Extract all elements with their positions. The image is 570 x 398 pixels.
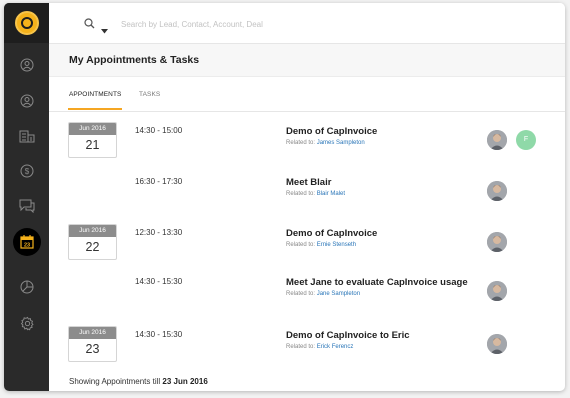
- search-input[interactable]: [119, 15, 423, 33]
- date-month: Jun 2016: [69, 327, 116, 339]
- appointment-row[interactable]: 16:30 - 17:30 Meet Blair Related to: Bla…: [49, 169, 565, 209]
- appointment-row[interactable]: Jun 2016 23 14:30 - 15:30 Demo of CapInv…: [49, 322, 565, 362]
- calendar-icon[interactable]: 23: [13, 228, 41, 256]
- user-circle-icon[interactable]: [17, 91, 37, 111]
- date-badge: Jun 2016 22: [68, 224, 117, 260]
- appointment-row[interactable]: Jun 2016 21 14:30 - 15:00 Demo of CapInv…: [49, 118, 565, 158]
- avatar[interactable]: [487, 181, 507, 201]
- appointment-time: 14:30 - 15:30: [135, 277, 183, 286]
- app-window: $ 23 My Appointments & Tasks APPOINTMENT…: [4, 3, 565, 391]
- logo-icon: [14, 11, 39, 35]
- date-badge: Jun 2016 23: [68, 326, 117, 362]
- tab-tasks[interactable]: TASKS: [139, 91, 160, 98]
- building-icon[interactable]: [17, 126, 37, 146]
- related-to: Related to: Jane Sampleton: [286, 291, 361, 297]
- sidebar: $ 23: [4, 3, 49, 391]
- related-to: Related to: James Sampleton: [286, 140, 365, 146]
- top-header: [49, 3, 565, 44]
- appointment-row[interactable]: 14:30 - 15:30 Meet Jane to evaluate CapI…: [49, 269, 565, 309]
- tab-bar: APPOINTMENTS TASKS: [49, 77, 565, 112]
- appointment-time: 14:30 - 15:30: [135, 330, 183, 339]
- related-to: Related to: Erick Ferencz: [286, 344, 354, 350]
- chat-icon[interactable]: [17, 196, 37, 216]
- avatar[interactable]: [487, 130, 507, 150]
- date-month: Jun 2016: [69, 225, 116, 237]
- pie-chart-icon[interactable]: [17, 277, 37, 297]
- page-title: My Appointments & Tasks: [69, 54, 200, 66]
- appointment-title[interactable]: Demo of CapInvoice: [286, 126, 377, 137]
- appointment-time: 14:30 - 15:00: [135, 126, 183, 135]
- related-link[interactable]: James Sampleton: [317, 140, 365, 146]
- svg-text:23: 23: [24, 243, 30, 249]
- date-badge: Jun 2016 21: [68, 122, 117, 158]
- logo[interactable]: [4, 3, 49, 43]
- dollar-icon[interactable]: $: [17, 161, 37, 181]
- appointment-title[interactable]: Meet Jane to evaluate CapInvoice usage: [286, 277, 468, 288]
- avatar-initial[interactable]: F: [516, 130, 536, 150]
- gear-icon[interactable]: [17, 313, 37, 333]
- tab-appointments[interactable]: APPOINTMENTS: [69, 91, 121, 98]
- date-month: Jun 2016: [69, 123, 116, 135]
- related-link[interactable]: Ernie Stenseth: [317, 242, 356, 248]
- avatar[interactable]: [487, 281, 507, 301]
- avatar[interactable]: [487, 334, 507, 354]
- avatar[interactable]: [487, 232, 507, 252]
- footer-summary: Showing Appointments till 23 Jun 2016: [69, 377, 208, 386]
- active-tab-indicator: [68, 108, 122, 110]
- related-link[interactable]: Erick Ferencz: [317, 344, 354, 350]
- date-day: 22: [85, 240, 100, 254]
- chevron-down-icon[interactable]: [101, 21, 108, 39]
- related-to: Related to: Blair Malet: [286, 191, 346, 197]
- date-day: 23: [85, 342, 100, 356]
- appointments-list: Jun 2016 21 14:30 - 15:00 Demo of CapInv…: [49, 112, 565, 391]
- svg-text:$: $: [25, 167, 30, 176]
- appointment-time: 16:30 - 17:30: [135, 177, 183, 186]
- search-icon[interactable]: [84, 16, 95, 34]
- appointment-title[interactable]: Demo of CapInvoice: [286, 228, 377, 239]
- related-link[interactable]: Blair Malet: [317, 191, 345, 197]
- appointment-row[interactable]: Jun 2016 22 12:30 - 13:30 Demo of CapInv…: [49, 220, 565, 260]
- footer-date: 23 Jun 2016: [162, 377, 208, 386]
- page-title-bar: My Appointments & Tasks: [49, 44, 565, 77]
- appointment-title[interactable]: Demo of CapInvoice to Eric: [286, 330, 410, 341]
- related-link[interactable]: Jane Sampleton: [317, 291, 360, 297]
- related-to: Related to: Ernie Stenseth: [286, 242, 357, 248]
- date-day: 21: [85, 138, 100, 152]
- appointment-title[interactable]: Meet Blair: [286, 177, 331, 188]
- appointment-time: 12:30 - 13:30: [135, 228, 183, 237]
- user-circle-icon[interactable]: [17, 55, 37, 75]
